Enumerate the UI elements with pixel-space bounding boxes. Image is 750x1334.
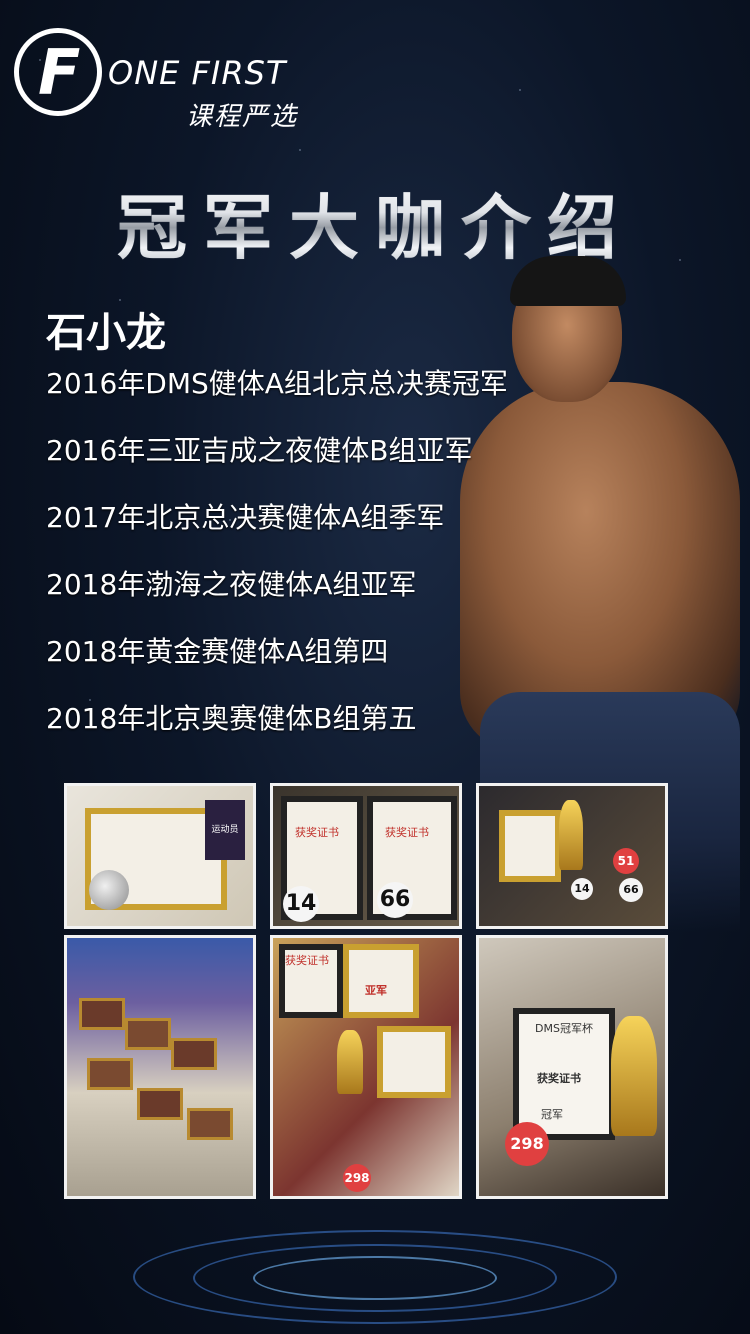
logo-brand-name: ONE FIRST — [108, 54, 287, 92]
award-item: 2016年三亚吉成之夜健体B组亚军 — [46, 434, 473, 467]
certificate-header: DMS冠军杯 — [535, 1022, 593, 1035]
trophy-icon — [559, 800, 583, 870]
number-tag: 298 — [505, 1122, 549, 1166]
picture-frame — [187, 1108, 233, 1140]
trophy-icon — [337, 1030, 363, 1094]
number-tag: 66 — [619, 878, 643, 902]
award-item: 2018年黄金赛健体A组第四 — [46, 635, 389, 668]
gallery-photo-champion-trophy: DMS冠军杯 获奖证书 冠军 298 — [476, 935, 668, 1199]
number-tag: 14 — [283, 886, 319, 922]
number-tag: 298 — [343, 1164, 371, 1192]
certificate-title: 获奖证书 — [295, 826, 339, 839]
picture-frame — [125, 1018, 171, 1050]
awards-list: 2016年DMS健体A组北京总决赛冠军 2016年三亚吉成之夜健体B组亚军 20… — [46, 362, 508, 764]
certificate-place: 亚军 — [365, 984, 387, 997]
picture-frame — [87, 1058, 133, 1090]
certificate-frame — [343, 944, 419, 1018]
logo-letter: F — [38, 36, 81, 109]
trophy-icon — [611, 1016, 657, 1136]
picture-frame — [79, 998, 125, 1030]
award-item: 2016年DMS健体A组北京总决赛冠军 — [46, 367, 508, 400]
gallery-photo-award-wall — [64, 935, 256, 1199]
award-item: 2018年渤海之夜健体A组亚军 — [46, 568, 417, 601]
award-item: 2018年北京奥赛健体B组第五 — [46, 702, 417, 735]
platform-ring — [253, 1256, 497, 1300]
athlete-hair — [510, 256, 626, 306]
number-tag: 51 — [613, 848, 639, 874]
brand-logo: F ONE FIRST 课程严选 — [14, 28, 314, 132]
athlete-name: 石小龙 — [46, 310, 166, 356]
certificate-place: 冠军 — [541, 1108, 563, 1121]
award-item: 2017年北京总决赛健体A组季军 — [46, 501, 445, 534]
number-tag: 66 — [377, 882, 413, 918]
logo-subtitle: 课程严选 — [186, 102, 299, 132]
number-tag: 14 — [571, 878, 593, 900]
picture-frame — [137, 1088, 183, 1120]
gallery-photo-certificates: 获奖证书 获奖证书 14 66 — [270, 783, 462, 929]
medal-icon — [89, 870, 129, 910]
certificate-frame — [499, 810, 561, 882]
trophy-gallery: 运动员 获奖证书 获奖证书 14 66 51 14 66 获奖证书 亚军 298… — [64, 783, 676, 1199]
glowing-platform — [0, 1210, 750, 1334]
page-title: 冠军大咖介绍 — [0, 172, 750, 273]
certificate-frame — [377, 1026, 451, 1098]
gallery-photo-awards-collage: 获奖证书 亚军 298 — [270, 935, 462, 1199]
certificate-title: 获奖证书 — [285, 954, 329, 967]
certificate-title: 获奖证书 — [385, 826, 429, 839]
picture-frame — [171, 1038, 217, 1070]
book-cover: 运动员 — [205, 800, 245, 860]
gallery-photo-trophies-table: 51 14 66 — [476, 783, 668, 929]
gallery-photo-certificate-medal: 运动员 — [64, 783, 256, 929]
certificate-title: 获奖证书 — [537, 1072, 581, 1085]
